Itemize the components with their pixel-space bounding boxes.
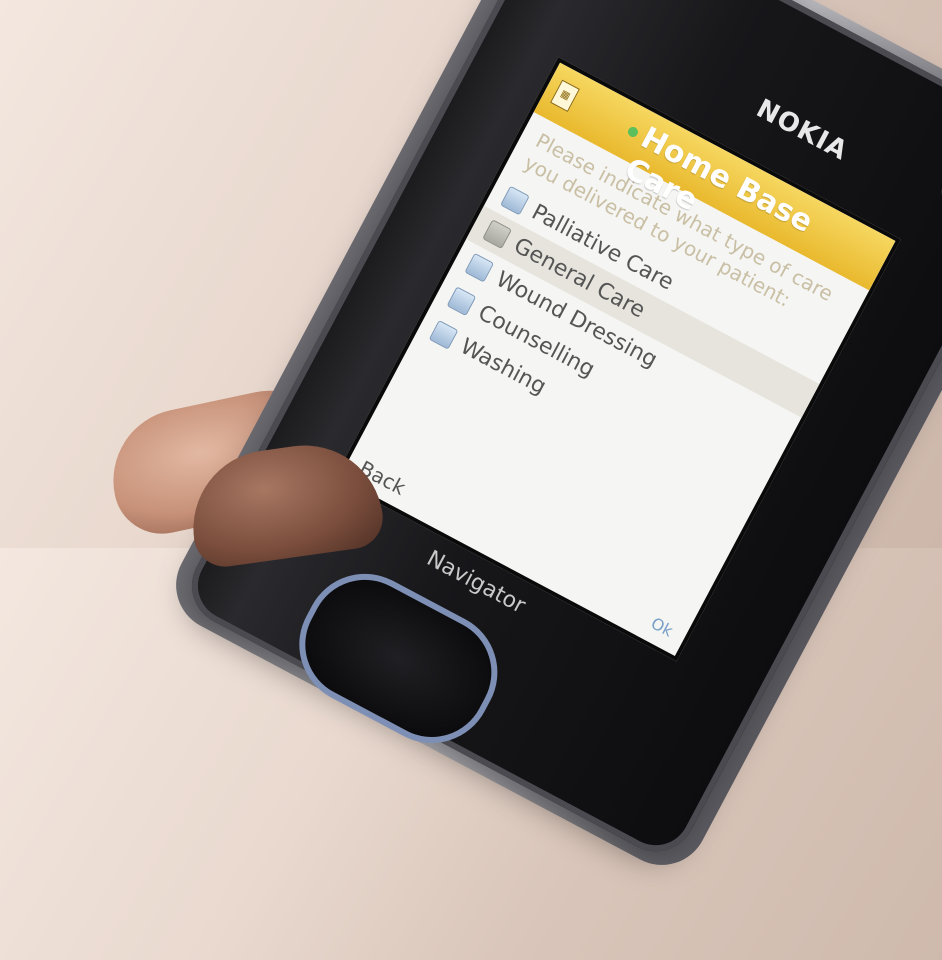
checkbox-icon[interactable] <box>446 286 477 317</box>
phone: NOKIA ▦ Home Base Care Please indicate w… <box>159 0 942 897</box>
ok-softkey[interactable]: Ok <box>648 613 676 640</box>
checkbox-icon[interactable] <box>464 252 495 283</box>
checkbox-icon[interactable] <box>428 319 459 350</box>
app-icon: ▦ <box>550 79 580 112</box>
status-dot-icon <box>626 125 640 139</box>
checkbox-icon[interactable] <box>482 219 512 250</box>
checkbox-icon[interactable] <box>500 185 530 216</box>
